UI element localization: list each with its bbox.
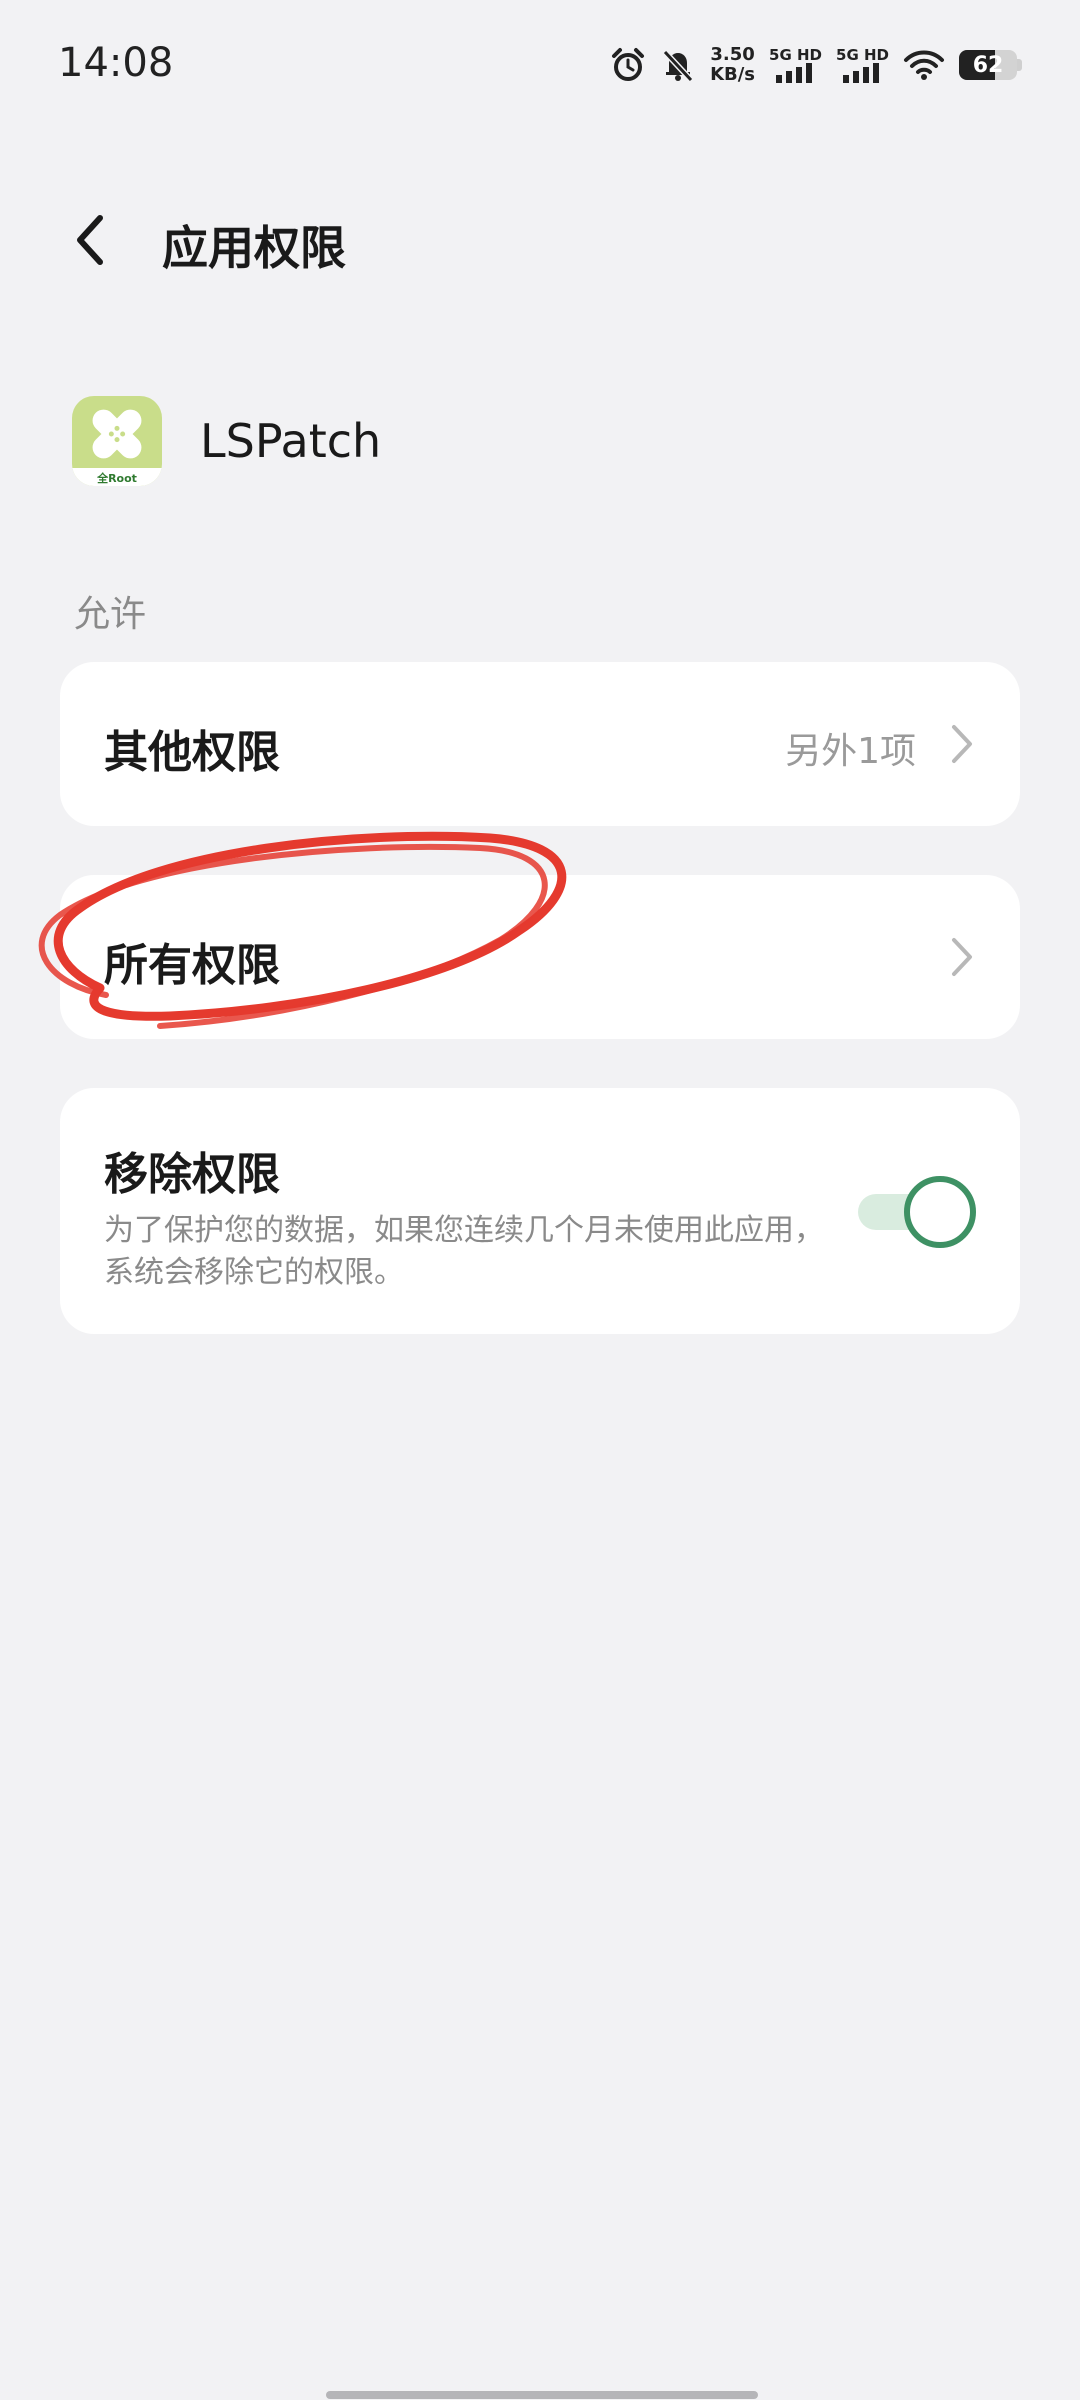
chevron-right-icon (952, 725, 972, 763)
signal-icon (775, 63, 812, 83)
status-bar: 14:08 3.50 KB/s 5G HD 5G HD 62 (0, 0, 1080, 130)
signal-icon (842, 63, 879, 83)
home-indicator[interactable] (326, 2391, 758, 2399)
all-permissions-title: 所有权限 (104, 940, 280, 991)
back-button[interactable] (60, 208, 120, 272)
net-speed: 3.50 KB/s (710, 45, 755, 85)
net-speed-value: 3.50 (710, 44, 755, 65)
remove-permissions-toggle[interactable] (858, 1176, 976, 1248)
other-permissions-item[interactable]: 其他权限 另外1项 (60, 662, 1020, 826)
app-icon-label: 全Root (96, 471, 137, 485)
sim2-label: 5G HD (836, 46, 889, 64)
top-app-bar: 应用权限 (0, 190, 1080, 290)
sim1-label: 5G HD (769, 46, 823, 64)
remove-permissions-title: 移除权限 (104, 1149, 280, 1200)
page-title: 应用权限 (162, 221, 346, 275)
status-time: 14:08 (58, 40, 174, 86)
bell-muted-icon (660, 47, 696, 83)
status-icons: 3.50 KB/s 5G HD 5G HD 62 (610, 42, 1022, 88)
app-header: 全Root LSPatch (72, 395, 381, 487)
sim2-signal: 5G HD (836, 47, 889, 83)
remove-permissions-item: 移除权限 为了保护您的数据，如果您连续几个月未使用此应用，系统会移除它的权限。 (60, 1088, 1020, 1334)
app-icon: 全Root (72, 396, 162, 486)
chevron-left-icon (77, 215, 103, 265)
remove-permissions-description: 为了保护您的数据，如果您连续几个月未使用此应用，系统会移除它的权限。 (104, 1213, 824, 1290)
sim1-signal: 5G HD (769, 47, 822, 83)
wifi-icon (903, 48, 945, 82)
chevron-right-icon (952, 938, 972, 976)
other-permissions-value: 另外1项 (785, 731, 916, 772)
section-label-allowed: 允许 (74, 594, 147, 635)
battery-level: 62 (972, 52, 1004, 78)
battery-icon: 62 (959, 50, 1022, 80)
app-name: LSPatch (200, 414, 382, 468)
alarm-icon (610, 47, 646, 83)
other-permissions-title: 其他权限 (104, 727, 280, 778)
all-permissions-item[interactable]: 所有权限 (60, 875, 1020, 1039)
net-speed-unit: KB/s (710, 64, 756, 85)
